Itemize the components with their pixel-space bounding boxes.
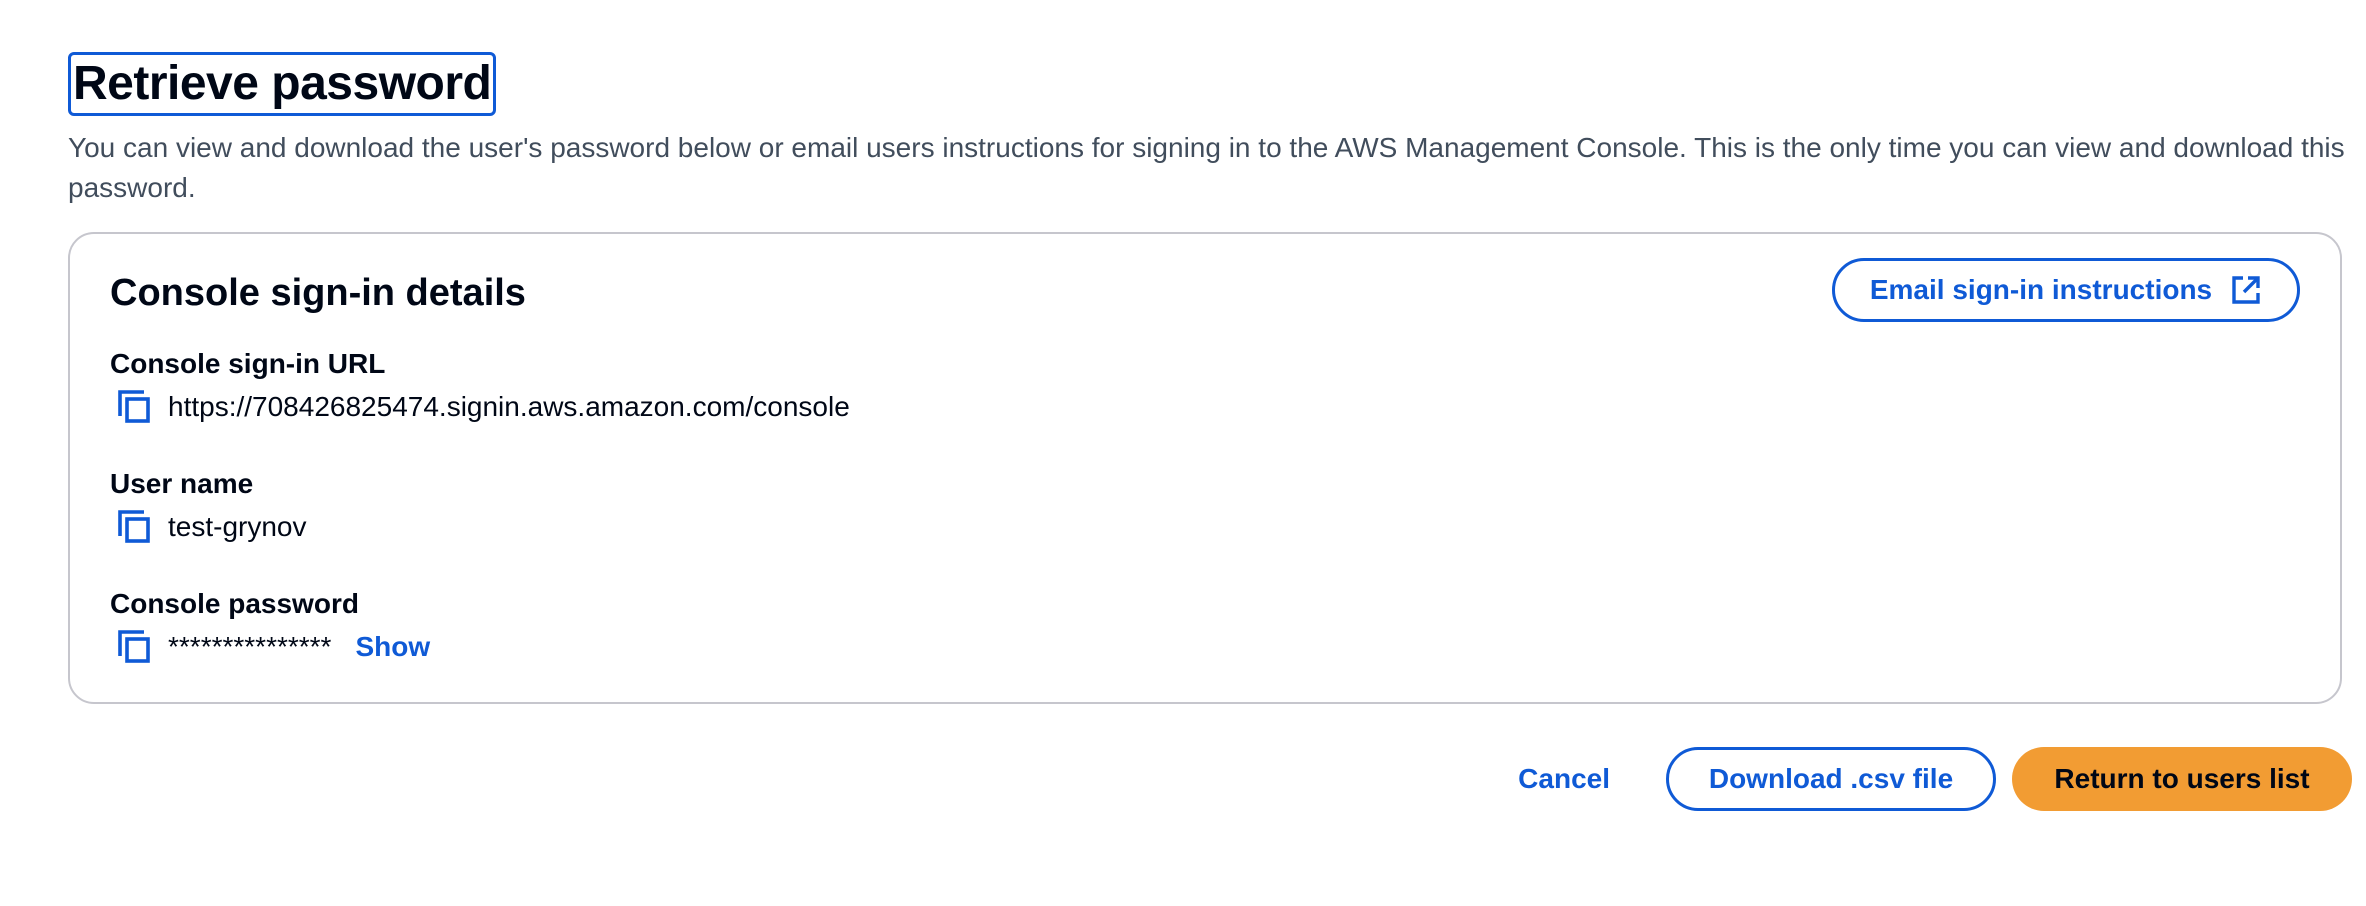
copy-password-button[interactable] [114, 627, 154, 667]
user-name-field: User name test-grynov [110, 466, 307, 548]
user-name-row: test-grynov [110, 506, 307, 548]
console-sign-in-url-field: Console sign-in URL https://708426825474… [110, 346, 850, 428]
console-password-row: *************** Show [110, 626, 430, 668]
console-sign-in-url-label: Console sign-in URL [110, 348, 386, 379]
console-password-value: *************** [168, 631, 332, 662]
copy-icon [118, 630, 150, 663]
email-sign-in-instructions-label: Email sign-in instructions [1869, 274, 2213, 305]
console-sign-in-url-row: https://708426825474.signin.aws.amazon.c… [110, 386, 850, 428]
show-password-link[interactable]: Show [355, 631, 430, 663]
download-csv-button[interactable]: Download .csv file [1666, 747, 1996, 811]
card-title: Console sign-in details [110, 272, 526, 314]
cancel-button[interactable]: Cancel [1478, 747, 1650, 811]
copy-user-name-button[interactable] [114, 507, 154, 547]
retrieve-password-page: Retrieve password You can view and downl… [68, 52, 2345, 704]
form-actions: Cancel Download .csv file Return to user… [1478, 747, 2352, 811]
external-link-icon [2230, 274, 2262, 306]
console-password-label: Console password [110, 588, 359, 619]
console-sign-in-url-value: https://708426825474.signin.aws.amazon.c… [168, 391, 850, 422]
page-description: You can view and download the user's pas… [68, 132, 2345, 203]
return-to-users-list-button[interactable]: Return to users list [2012, 747, 2352, 811]
user-name-label: User name [110, 468, 254, 499]
email-sign-in-instructions-button[interactable]: Email sign-in instructions [1832, 258, 2300, 322]
page-title: Retrieve password [68, 52, 497, 116]
user-name-value: test-grynov [168, 511, 307, 542]
console-password-field: Console password *************** Show [110, 586, 430, 668]
copy-icon [118, 510, 150, 543]
copy-url-button[interactable] [114, 387, 154, 427]
console-sign-in-details-card: Console sign-in details Email sign-in in… [68, 232, 2342, 704]
copy-icon [118, 390, 150, 423]
